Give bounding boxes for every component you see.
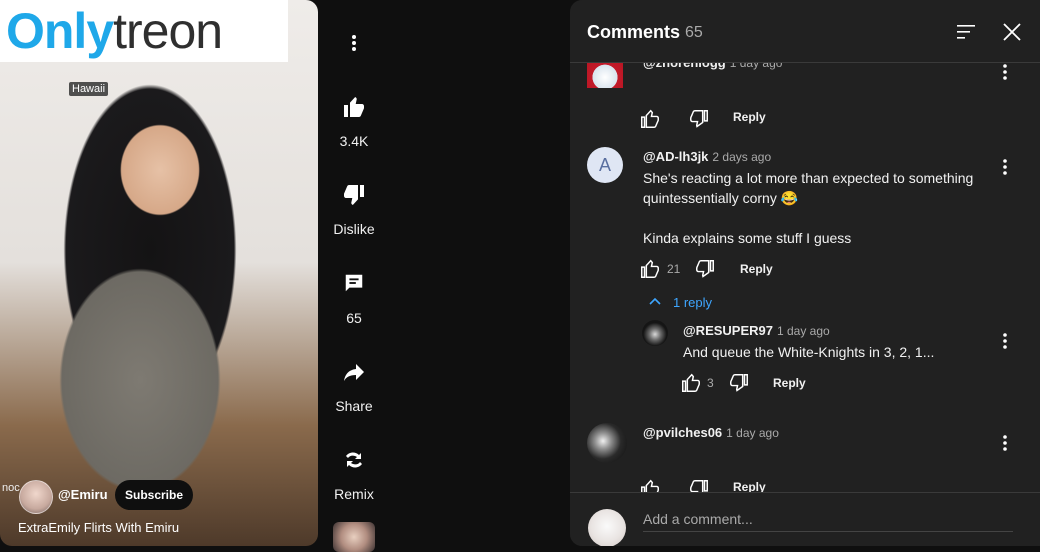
comments-button[interactable]: 65	[322, 272, 386, 326]
comments-panel: @zhorenlogg1 day ago Reply Comments 65 A…	[570, 0, 1040, 546]
watermark-part1: Only	[6, 3, 114, 59]
like-count: 3.4K	[339, 133, 369, 149]
replies-toggle-label: 1 reply	[673, 294, 713, 310]
comments-count: 65	[685, 24, 703, 41]
channel-name[interactable]: @Emiru	[58, 487, 108, 502]
video-player[interactable]: Hawaii noc @Emiru Subscribe ExtraEmily F…	[0, 0, 318, 546]
comment-text-line: She's reacting a lot more than expected …	[643, 170, 974, 186]
add-comment-input[interactable]: Add a comment...	[643, 511, 1013, 532]
channel-avatar[interactable]	[19, 480, 53, 514]
reply-button[interactable]: Reply	[773, 376, 806, 390]
like-count: 21	[667, 262, 681, 276]
comment-2-header: @AD-lh3jk 2 days ago	[643, 149, 771, 164]
comment-count: 65	[346, 310, 362, 326]
chevron-up-icon	[649, 297, 661, 305]
comment-3-header: @pvilches06 1 day ago	[643, 425, 779, 440]
add-comment-bar: Add a comment...	[570, 492, 1040, 546]
watermark-logo: Only treon	[0, 0, 288, 62]
remix-label: Remix	[334, 486, 374, 502]
share-icon	[344, 364, 364, 381]
panel-title: Comments	[587, 22, 681, 42]
avatar	[588, 509, 626, 546]
comment-text-line: quintessentially corny 😂	[643, 190, 799, 206]
share-button[interactable]: Share	[322, 360, 386, 414]
share-label: Share	[335, 398, 373, 414]
more-options-icon[interactable]	[345, 32, 363, 59]
thumbs-up-icon[interactable]	[680, 372, 702, 399]
reply-button[interactable]: Reply	[733, 110, 766, 124]
remix-button[interactable]: Remix	[322, 448, 386, 502]
location-tag: Hawaii	[69, 82, 109, 96]
subscribe-button[interactable]: Subscribe	[115, 480, 193, 510]
like-count: 3	[707, 376, 714, 390]
close-icon[interactable]	[1002, 22, 1022, 47]
dislike-label: Dislike	[333, 221, 375, 237]
watermark-part2: treon	[113, 3, 223, 59]
thumbs-down-icon[interactable]	[688, 108, 710, 135]
sort-icon[interactable]	[955, 22, 977, 47]
dislike-button[interactable]: Dislike	[322, 183, 386, 237]
avatar[interactable]	[587, 423, 627, 463]
avatar[interactable]: A	[587, 147, 623, 183]
next-short-thumbnail[interactable]	[333, 522, 375, 552]
thumbs-up-icon	[344, 97, 364, 117]
reply-author[interactable]: @RESUPER97	[683, 323, 773, 338]
comment-menu-icon[interactable]	[995, 433, 1015, 458]
comment-menu-icon[interactable]	[995, 157, 1015, 182]
comment-author[interactable]: @pvilches06	[643, 425, 722, 440]
video-corner-text: noc	[2, 482, 20, 494]
reply-time: 1 day ago	[776, 324, 830, 338]
thumbs-up-icon[interactable]	[639, 108, 661, 135]
reply-text: And queue the White-Knights in 3, 2, 1..…	[683, 344, 935, 360]
thumbs-down-icon[interactable]	[728, 372, 750, 399]
comment-icon	[345, 274, 363, 292]
panel-header: Comments 65	[570, 0, 1040, 63]
comment-time: 2 days ago	[712, 150, 772, 164]
reply-header: @RESUPER97 1 day ago	[683, 323, 830, 338]
thumbs-down-icon	[344, 185, 364, 205]
reply-button[interactable]: Reply	[740, 262, 773, 276]
video-title[interactable]: ExtraEmily Flirts With Emiru	[18, 520, 179, 535]
comment-menu-icon[interactable]	[995, 331, 1015, 356]
thumbs-up-icon[interactable]	[639, 258, 661, 285]
thumbs-down-icon[interactable]	[694, 258, 716, 285]
comment-author[interactable]: @AD-lh3jk	[643, 149, 708, 164]
comment-text-line: Kinda explains some stuff I guess	[643, 230, 852, 246]
like-button[interactable]: 3.4K	[322, 95, 386, 149]
avatar[interactable]	[642, 320, 668, 346]
replies-toggle[interactable]: 1 reply	[647, 294, 712, 310]
comment-time: 1 day ago	[726, 426, 779, 440]
comment-menu-icon[interactable]	[995, 62, 1015, 87]
remix-icon	[346, 452, 362, 468]
